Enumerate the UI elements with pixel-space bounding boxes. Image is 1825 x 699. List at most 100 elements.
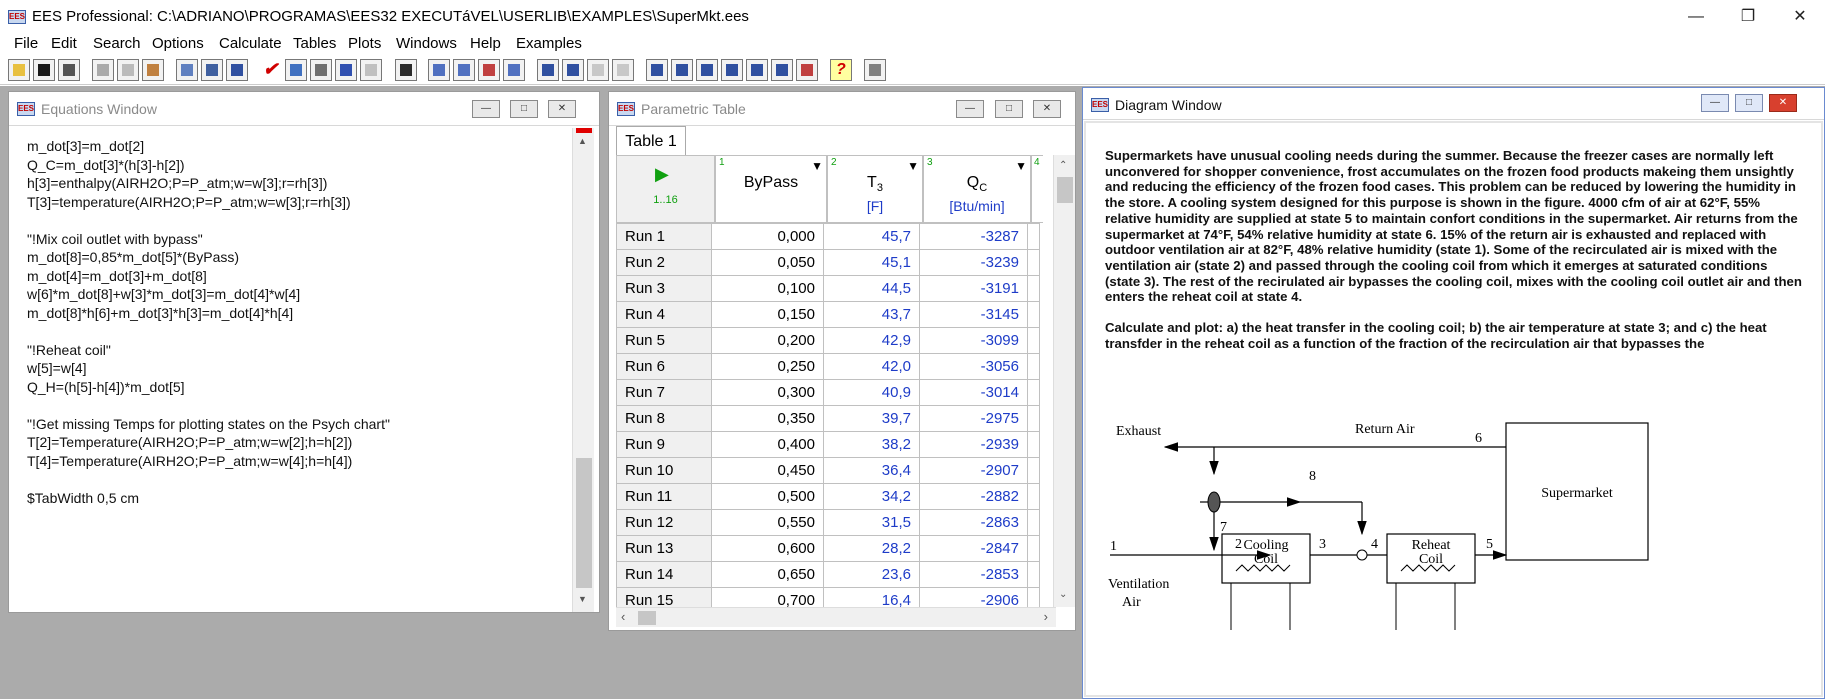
column-4-cell[interactable] (1027, 275, 1040, 302)
qc-cell[interactable]: -2863 (919, 509, 1028, 536)
qc-cell[interactable]: -2975 (919, 405, 1028, 432)
bypass-cell[interactable]: 0,600 (711, 535, 824, 562)
qc-cell[interactable]: -3191 (919, 275, 1028, 302)
lookup-window-icon[interactable] (696, 59, 718, 81)
bypass-cell[interactable]: 0,300 (711, 379, 824, 406)
column-4-cell[interactable] (1027, 249, 1040, 276)
equations-window-icon[interactable] (176, 59, 198, 81)
menu-search[interactable]: Search (93, 35, 141, 52)
table-row[interactable]: Run 11 0,500 34,2 -2882 (616, 483, 1040, 510)
solution-window-icon[interactable] (226, 59, 248, 81)
run-label-cell[interactable]: Run 9 (616, 431, 712, 458)
uncertainty-icon[interactable] (360, 59, 382, 81)
column-4-cell[interactable] (1027, 483, 1040, 510)
table-row[interactable]: Run 5 0,200 42,9 -3099 (616, 327, 1040, 354)
t3-cell[interactable]: 42,0 (823, 353, 920, 380)
print-icon[interactable] (58, 59, 80, 81)
t3-cell[interactable]: 45,7 (823, 223, 920, 250)
column-header-bypass[interactable]: 1 ByPass ▼ (715, 155, 827, 223)
t3-cell[interactable]: 38,2 (823, 431, 920, 458)
qc-cell[interactable]: -3014 (919, 379, 1028, 406)
column-dropdown-icon[interactable]: ▼ (907, 159, 919, 173)
table-row[interactable]: Run 1 0,000 45,7 -3287 (616, 223, 1040, 250)
close-icon[interactable]: ✕ (1780, 4, 1820, 30)
xy-table-icon[interactable] (537, 59, 559, 81)
run-label-cell[interactable]: Run 14 (616, 561, 712, 588)
tile-windows-icon[interactable] (646, 59, 668, 81)
vertical-scrollbar[interactable]: ▲ ▼ (572, 128, 594, 612)
table-row[interactable]: Run 9 0,400 38,2 -2939 (616, 431, 1040, 458)
t3-cell[interactable]: 43,7 (823, 301, 920, 328)
equation-line[interactable]: "!Mix coil outlet with bypass" (27, 231, 203, 247)
bypass-cell[interactable]: 0,150 (711, 301, 824, 328)
scroll-up-icon[interactable]: ⌃ (1059, 160, 1067, 171)
vertical-scrollbar[interactable]: ⌃ ⌄ (1053, 155, 1075, 607)
bypass-cell[interactable]: 0,000 (711, 223, 824, 250)
bypass-cell[interactable]: 0,350 (711, 405, 824, 432)
bypass-cell[interactable]: 0,550 (711, 509, 824, 536)
chart-icon[interactable] (796, 59, 818, 81)
equation-line[interactable]: h[3]=enthalpy(AIRH2O;P=P_atm;w=w[3];r=rh… (27, 175, 327, 191)
column-4-cell[interactable] (1027, 353, 1040, 380)
table-row[interactable]: Run 8 0,350 39,7 -2975 (616, 405, 1040, 432)
equation-line[interactable]: w[5]=w[4] (27, 360, 87, 376)
menu-file[interactable]: File (14, 35, 38, 52)
t3-cell[interactable]: 45,1 (823, 249, 920, 276)
menu-examples[interactable]: Examples (516, 35, 582, 52)
overlay-plot-icon[interactable] (453, 59, 475, 81)
column-4-cell[interactable] (1027, 223, 1040, 250)
t3-cell[interactable]: 44,5 (823, 275, 920, 302)
property-icon[interactable] (395, 59, 417, 81)
table-row[interactable]: Run 3 0,100 44,5 -3191 (616, 275, 1040, 302)
bypass-cell[interactable]: 0,250 (711, 353, 824, 380)
run-label-cell[interactable]: Run 8 (616, 405, 712, 432)
close-icon[interactable]: ✕ (1033, 100, 1061, 118)
bypass-cell[interactable]: 0,450 (711, 457, 824, 484)
column-4-cell[interactable] (1027, 535, 1040, 562)
solve-table-icon[interactable] (285, 59, 307, 81)
t3-cell[interactable]: 42,9 (823, 327, 920, 354)
equation-line[interactable]: T[2]=Temperature(AIRH2O;P=P_atm;w=w[2];h… (27, 434, 352, 450)
column-4-cell[interactable] (1027, 405, 1040, 432)
table-row[interactable]: Run 14 0,650 23,6 -2853 (616, 561, 1040, 588)
table-row[interactable]: Run 12 0,550 31,5 -2863 (616, 509, 1040, 536)
maximize-icon[interactable]: □ (1735, 94, 1763, 112)
qc-cell[interactable]: -3056 (919, 353, 1028, 380)
menu-calculate[interactable]: Calculate (219, 35, 282, 52)
menu-options[interactable]: Options (152, 35, 204, 52)
minimize-icon[interactable]: — (1676, 4, 1716, 30)
plot-windows-icon[interactable] (721, 59, 743, 81)
scroll-up-icon[interactable]: ▲ (578, 136, 587, 146)
diagram-window-icon[interactable] (746, 59, 768, 81)
run-label-cell[interactable]: Run 6 (616, 353, 712, 380)
run-label-cell[interactable]: Run 1 (616, 223, 712, 250)
equation-line[interactable]: T[4]=Temperature(AIRH2O;P=P_atm;w=w[4];h… (27, 453, 352, 469)
qc-cell[interactable]: -2853 (919, 561, 1028, 588)
maximize-icon[interactable]: □ (510, 100, 538, 118)
equation-line[interactable]: T[3]=temperature(AIRH2O;P=P_atm;w=w[3];r… (27, 194, 351, 210)
menu-plots[interactable]: Plots (348, 35, 381, 52)
table-row[interactable]: Run 6 0,250 42,0 -3056 (616, 353, 1040, 380)
parametric-table-window[interactable]: EES Parametric Table — □ ✕ Table 1 ▶ 1..… (608, 91, 1076, 631)
scroll-right-icon[interactable]: › (1044, 609, 1048, 624)
menu-tables[interactable]: Tables (293, 35, 336, 52)
copy-icon[interactable] (117, 59, 139, 81)
plot-window-icon[interactable] (503, 59, 525, 81)
minimize-icon[interactable]: — (1701, 94, 1729, 112)
column-4-cell[interactable] (1027, 431, 1040, 458)
equation-line[interactable]: Q_H=(h[5]-h[4])*m_dot[5] (27, 379, 185, 395)
equation-line[interactable]: w[6]*m_dot[8]+w[3]*m_dot[3]=m_dot[4]*w[4… (27, 286, 300, 302)
t3-cell[interactable]: 34,2 (823, 483, 920, 510)
t3-cell[interactable]: 39,7 (823, 405, 920, 432)
run-label-cell[interactable]: Run 10 (616, 457, 712, 484)
equation-line[interactable]: m_dot[8]=0,85*m_dot[5]*(ByPass) (27, 249, 239, 265)
qc-cell[interactable]: -3287 (919, 223, 1028, 250)
scroll-down-icon[interactable]: ⌄ (1059, 589, 1067, 600)
column-4-cell[interactable] (1027, 509, 1040, 536)
lookup-table-icon[interactable] (562, 59, 584, 81)
run-label-cell[interactable]: Run 12 (616, 509, 712, 536)
run-label-cell[interactable]: Run 13 (616, 535, 712, 562)
equation-line[interactable]: Q_C=m_dot[3]*(h[3]-h[2]) (27, 157, 185, 173)
bypass-cell[interactable]: 0,650 (711, 561, 824, 588)
column-header-t3[interactable]: 2 T3 [F] ▼ (827, 155, 923, 223)
